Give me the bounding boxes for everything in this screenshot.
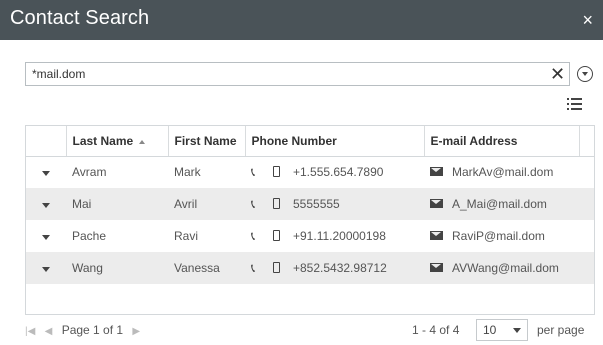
window-title: Contact Search [10,7,150,29]
email-address: RaviP@mail.dom [452,229,545,243]
email-cell: AVWang@mail.dom [424,252,579,284]
column-header-email-address[interactable]: E-mail Address [424,126,580,157]
phone-cell: 📞︎ +91.11.20000198 [245,220,424,252]
clear-search-icon[interactable]: ✕ [550,64,565,84]
phone-icon[interactable]: 📞︎ [251,261,263,276]
email-cell: A_Mai@mail.dom [424,188,579,220]
last-name-cell: Avram [72,165,107,180]
first-name-cell: Ravi [174,229,199,243]
expand-row-icon[interactable] [26,188,66,220]
column-header-first-name[interactable]: First Name [168,126,246,157]
expand-row-icon[interactable] [26,156,66,188]
search-input[interactable]: *mail.dom [25,62,570,86]
email-address: AVWang@mail.dom [452,261,559,275]
mail-icon[interactable] [430,231,443,240]
phone-icon[interactable]: 📞︎ [251,229,263,244]
result-range: 1 - 4 of 4 [412,323,460,337]
email-address: A_Mai@mail.dom [452,197,547,211]
chevron-down-icon [513,328,521,333]
phone-number: 5555555 [293,196,340,211]
phone-icon[interactable]: 📞︎ [251,197,263,212]
phone-icon[interactable]: 📞︎ [251,165,263,180]
column-header-spacer [579,126,594,157]
first-name-cell: Mark [174,165,201,180]
previous-page-icon[interactable]: ◀ [45,326,53,337]
mail-icon[interactable] [430,263,443,272]
list-view-icon[interactable] [567,97,582,111]
phone-cell: 📞︎ +852.5432.98712 [245,252,424,284]
expand-column-header [26,126,67,157]
search-options-icon[interactable] [577,66,593,82]
pagination: |◀ ◀ Page 1 of 1 ▶ [25,323,146,337]
per-page-value: 10 [483,323,497,337]
table-row[interactable]: Mai Avril 📞︎ 5555555 A_Mai@mail.dom [26,188,594,220]
mobile-icon[interactable] [273,229,280,241]
phone-number: +91.11.20000198 [293,228,386,243]
table-header-row: Last Name First Name Phone Number E-mail… [26,126,594,157]
phone-number: +852.5432.98712 [293,260,387,275]
last-name-cell: Mai [66,188,168,220]
column-header-phone-number[interactable]: Phone Number [245,126,425,157]
last-name-cell: Wang [66,252,168,284]
last-name-cell: Pache [72,229,107,243]
email-address: MarkAv@mail.dom [452,165,554,180]
phone-cell: 📞︎ 5555555 [245,188,424,220]
first-name-cell: Avril [168,188,245,220]
phone-number: +1.555.654.7890 [293,164,384,179]
title-bar: Contact Search × [0,0,603,40]
email-cell: RaviP@mail.dom [424,220,579,252]
mobile-icon[interactable] [273,261,280,273]
email-cell: MarkAv@mail.dom [424,156,579,188]
table-row[interactable]: Pache Ravi 📞︎ +91.11.20000198 RaviP@mail.… [26,220,594,252]
first-name-cell: Vanessa [168,252,245,284]
sort-ascending-icon [139,139,146,144]
table-row[interactable]: Wang Vanessa 📞︎ +852.5432.98712 AVWang@ma… [26,252,594,284]
next-page-icon[interactable]: ▶ [132,326,140,337]
phone-cell: 📞︎ +1.555.654.7890 [245,156,424,188]
column-header-last-name[interactable]: Last Name [66,126,169,157]
per-page-label: per page [537,323,585,337]
first-page-icon[interactable]: |◀ [25,326,35,337]
close-icon[interactable]: × [582,10,593,30]
expand-row-icon[interactable] [26,252,66,284]
expand-row-icon[interactable] [26,220,66,252]
page-indicator: Page 1 of 1 [61,323,124,337]
contacts-grid: Last Name First Name Phone Number E-mail… [25,125,595,315]
table-row[interactable]: Avram Mark 📞︎ +1.555.654.7890 MarkAv@mail… [26,156,594,188]
mail-icon[interactable] [430,199,443,208]
mobile-icon[interactable] [273,165,280,177]
mail-icon[interactable] [430,167,443,177]
mobile-icon[interactable] [273,197,280,209]
per-page-select[interactable]: 10 [476,319,528,341]
